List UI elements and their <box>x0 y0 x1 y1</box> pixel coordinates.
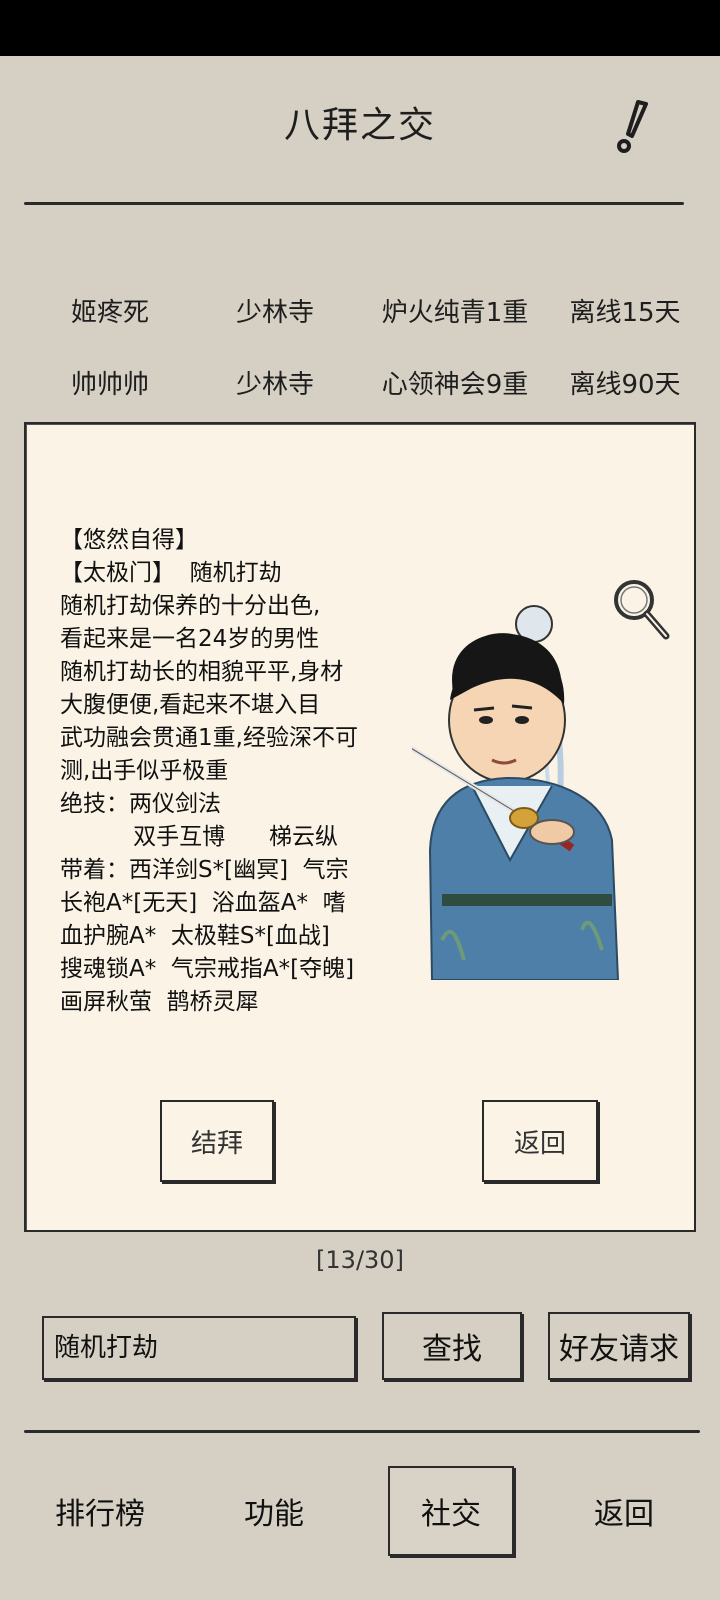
profile-line: 双手互博 梯云纵 <box>60 824 338 850</box>
profile-description: 【悠然自得】 【太极门】 随机打劫 随机打劫保养的十分出色, 看起来是一名24岁… <box>60 524 390 1019</box>
friend-name: 帅帅帅 <box>70 370 149 400</box>
profile-line: 绝技：两仪剑法 <box>60 791 221 817</box>
profile-line: 血护腕A* 太极鞋S*[血战] <box>60 923 330 949</box>
friend-sect: 少林寺 <box>235 298 314 328</box>
friend-sect: 少林寺 <box>235 370 314 400</box>
profile-line: 长袍A*[无天] 浴血盔A* 嗜 <box>60 890 346 916</box>
profile-line: 武功融会贯通1重,经验深不可 <box>60 725 358 751</box>
profile-line: 画屏秋萤 鹊桥灵犀 <box>60 989 259 1015</box>
befriend-button[interactable]: 结拜 <box>160 1100 274 1182</box>
character-portrait <box>412 605 620 980</box>
profile-line: 测,出手似乎极重 <box>60 758 229 784</box>
profile-line: 看起来是一名24岁的男性 <box>60 626 320 652</box>
friend-skill: 心领神会9重 <box>381 370 529 400</box>
friend-request-button[interactable]: 好友请求 <box>548 1312 690 1380</box>
status-bar <box>0 0 720 56</box>
nav-functions[interactable]: 功能 <box>214 1466 334 1556</box>
card-back-button[interactable]: 返回 <box>482 1100 598 1182</box>
friend-status: 离线15天 <box>569 298 681 328</box>
profile-line: 大腹便便,看起来不堪入目 <box>60 692 321 718</box>
exclamation-icon[interactable] <box>608 96 658 156</box>
page-counter: [13/30] <box>316 1246 404 1274</box>
search-input[interactable]: 随机打劫 <box>42 1316 356 1380</box>
nav-social[interactable]: 社交 <box>388 1466 514 1556</box>
profile-line: 【太极门】 随机打劫 <box>60 560 282 586</box>
header-divider <box>24 202 684 205</box>
nav-back[interactable]: 返回 <box>564 1466 684 1556</box>
profile-line: 带着：西洋剑S*[幽冥] 气宗 <box>60 857 349 883</box>
friend-row[interactable]: 姬疼死 少林寺 炉火纯青1重 离线15天 <box>0 282 720 332</box>
profile-line: 搜魂锁A* 气宗戒指A*[夺魄] <box>60 956 355 982</box>
profile-line: 随机打劫保养的十分出色, <box>60 593 321 619</box>
profile-line: 【悠然自得】 <box>60 527 198 553</box>
find-button[interactable]: 查找 <box>382 1312 522 1380</box>
friend-skill: 炉火纯青1重 <box>381 298 529 328</box>
friend-name: 姬疼死 <box>70 298 149 328</box>
profile-line: 随机打劫长的相貌平平,身材 <box>60 659 344 685</box>
nav-divider <box>24 1430 700 1433</box>
friend-status: 离线90天 <box>569 370 681 400</box>
friend-row[interactable]: 帅帅帅 少林寺 心领神会9重 离线90天 <box>0 354 720 404</box>
nav-leaderboard[interactable]: 排行榜 <box>40 1466 160 1556</box>
